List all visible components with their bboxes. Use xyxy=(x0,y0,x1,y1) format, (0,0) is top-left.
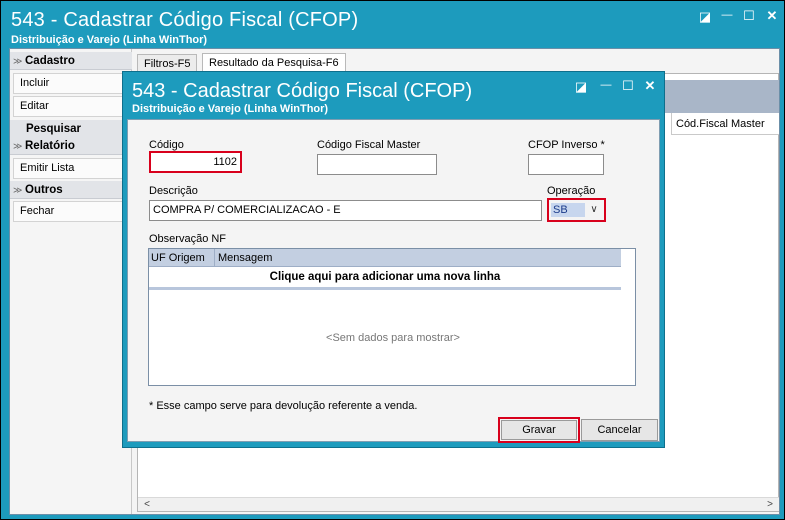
observacao-grid: UF Origem Mensagem Clique aqui para adic… xyxy=(148,248,636,386)
descricao-label: Descrição xyxy=(149,185,198,197)
dialog-title: 543 - Cadastrar Código Fiscal (CFOP) xyxy=(132,80,473,102)
horizontal-scrollbar[interactable]: < > xyxy=(138,497,779,511)
minimize-icon[interactable]: — xyxy=(719,7,735,23)
chevron-double-down-icon: ≫ xyxy=(13,185,23,195)
sidebar-group-relatorio[interactable]: ≫ Relatório xyxy=(10,137,132,155)
codigo-label: Código xyxy=(149,139,184,151)
editar-button[interactable]: Editar xyxy=(13,96,129,117)
observacao-nf-label: Observação NF xyxy=(149,233,227,245)
sidebar-group-cadastro[interactable]: ≫ Cadastro xyxy=(10,52,132,70)
sidebar-group-label: Cadastro xyxy=(25,55,75,67)
operacao-label: Operação xyxy=(547,185,596,197)
restore-icon[interactable]: ◪ xyxy=(573,79,589,95)
observacao-grid-header: UF Origem Mensagem xyxy=(149,249,621,267)
footnote: * Esse campo serve para devolução refere… xyxy=(149,400,418,412)
restore-icon[interactable]: ◪ xyxy=(697,9,713,25)
codigo-field[interactable]: 1102 xyxy=(149,151,242,173)
sidebar-group-label: Pesquisar xyxy=(26,123,81,135)
chevron-double-down-icon: ≫ xyxy=(13,56,23,66)
operacao-select[interactable]: SB ∨ xyxy=(547,198,606,222)
close-icon[interactable]: ✕ xyxy=(642,78,658,94)
cancelar-button[interactable]: Cancelar xyxy=(581,419,658,441)
sidebar-group-pesquisar[interactable]: Pesquisar xyxy=(10,120,132,138)
grid-column-header[interactable]: Cód.Fiscal Master xyxy=(671,113,779,135)
column-mensagem[interactable]: Mensagem xyxy=(214,249,272,267)
dialog-body: Código 1102 Código Fiscal Master CFOP In… xyxy=(127,119,660,443)
close-icon[interactable]: ✕ xyxy=(764,8,780,24)
chevron-double-down-icon: ≫ xyxy=(13,141,23,151)
column-uf-origem[interactable]: UF Origem xyxy=(151,249,205,267)
empty-grid-message: <Sem dados para mostrar> xyxy=(326,332,460,344)
operacao-value: SB xyxy=(551,203,585,217)
cfop-inverso-label: CFOP Inverso * xyxy=(528,139,605,151)
chevron-down-icon[interactable]: ∨ xyxy=(587,202,601,218)
descricao-field[interactable]: COMPRA P/ COMERCIALIZACAO - E xyxy=(149,200,542,221)
minimize-icon[interactable]: — xyxy=(598,77,614,93)
sidebar-group-label: Relatório xyxy=(25,140,75,152)
cadastro-dialog: 543 - Cadastrar Código Fiscal (CFOP) Dis… xyxy=(122,71,665,448)
scroll-right-icon[interactable]: > xyxy=(763,498,777,512)
emitir-lista-button[interactable]: Emitir Lista xyxy=(13,158,129,179)
codigo-fiscal-master-label: Código Fiscal Master xyxy=(317,139,421,151)
maximize-icon[interactable]: ☐ xyxy=(620,78,636,94)
maximize-icon[interactable]: ☐ xyxy=(741,8,757,24)
window-title: 543 - Cadastrar Código Fiscal (CFOP) xyxy=(11,9,359,31)
window-subtitle: Distribuição e Varejo (Linha WinThor) xyxy=(11,34,208,46)
grid-divider xyxy=(149,287,621,290)
gravar-button[interactable]: Gravar xyxy=(501,420,577,440)
incluir-button[interactable]: Incluir xyxy=(13,73,129,94)
sidebar-group-label: Outros xyxy=(25,184,63,196)
cfop-inverso-field[interactable] xyxy=(528,154,604,175)
fechar-button[interactable]: Fechar xyxy=(13,201,129,222)
sidebar-group-outros[interactable]: ≫ Outros xyxy=(10,181,132,199)
dialog-subtitle: Distribuição e Varejo (Linha WinThor) xyxy=(132,103,329,115)
codigo-fiscal-master-field[interactable] xyxy=(317,154,437,175)
sidebar: ≫ Cadastro Incluir Editar Pesquisar ≫ Rela… xyxy=(10,49,132,514)
add-new-row[interactable]: Clique aqui para adicionar uma nova linh… xyxy=(149,268,621,286)
scroll-left-icon[interactable]: < xyxy=(140,498,154,512)
